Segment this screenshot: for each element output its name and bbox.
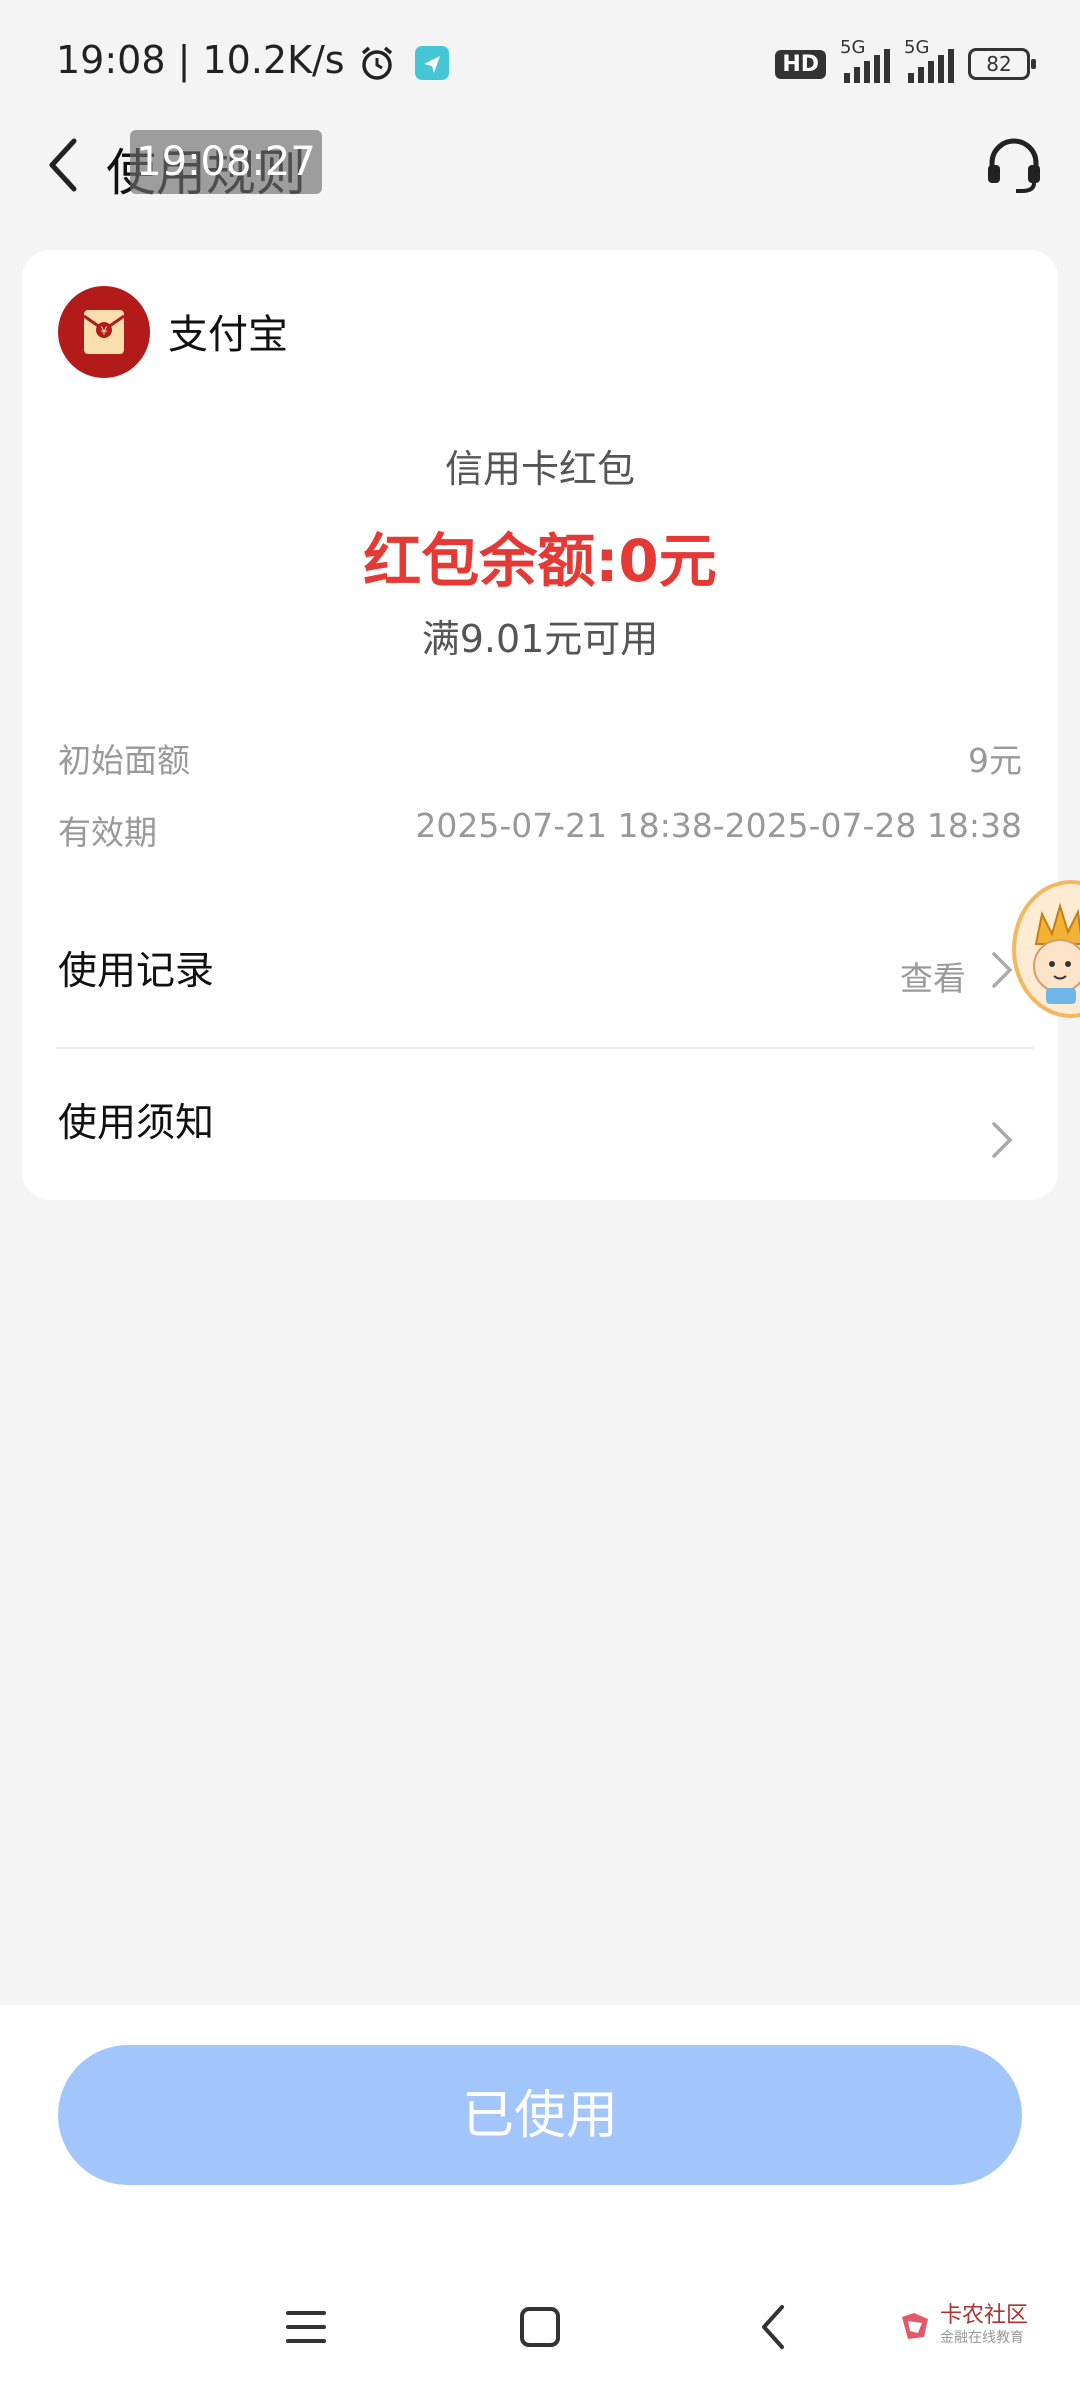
back-icon [762,2305,784,2349]
sim2-label: 5G [904,37,930,58]
watermark-subtitle: 金融在线教育 [939,2330,1024,2346]
detail-value: 2025-07-21 18:38-2025-07-28 18:38 [415,806,1022,845]
nav-back-button[interactable] [744,2297,804,2357]
time-overlay: 19:08:27 [130,130,322,194]
status-bar: 19:08 | 10.2K/s HD 5G 5G 82 [0,0,1080,120]
view-link[interactable]: 查看 [900,952,966,1000]
used-button[interactable]: 已使用 [58,2045,1022,2185]
usage-notes-label: 使用须知 [58,1101,215,1146]
home-icon [520,2307,560,2347]
customer-service-button[interactable] [974,125,1054,205]
system-nav-bar: 卡农社区 金融在线教育 [0,2275,1080,2375]
coupon-balance: 红包余额:0元 [363,527,717,595]
detail-value: 9元 [968,741,1022,780]
usage-record-label: 使用记录 [58,949,215,994]
usage-notes-row[interactable]: 使用须知 [58,1068,1022,1168]
status-indicators: HD 5G 5G 82 [775,37,1036,86]
page-header: 使用规则 19:08:27 [0,115,1080,215]
coupon-card: ¥ 支付宝 信用卡红包 红包余额:0元 满9.01元可用 初始面额 9元 有效期… [22,250,1058,1200]
brand-logo: ¥ [58,286,150,378]
menu-icon [286,2311,326,2343]
signal-sim1-icon: 5G [840,37,890,83]
status-time: 19:08 | 10.2K/s [56,38,449,83]
back-button[interactable] [28,129,100,201]
coupon-type: 信用卡红包 [444,447,635,491]
watermark-logo-icon [901,2313,928,2339]
detail-label: 初始面额 [58,741,190,780]
usage-record-row[interactable]: 使用记录 查看 [58,916,1022,1016]
red-envelope-icon: ¥ [83,310,125,354]
coupon-condition: 满9.01元可用 [421,617,659,661]
divider [56,1047,1034,1049]
sim1-label: 5G [840,37,866,58]
battery-icon: 82 [968,48,1036,80]
detail-label: 有效期 [58,813,157,852]
bottom-action-area: 已使用 卡农社区 金融在线教育 [0,2005,1080,2400]
brand-name: 支付宝 [168,312,288,358]
svg-text:¥: ¥ [101,325,108,338]
back-arrow-icon [49,138,77,192]
status-time-text: 19:08 | 10.2K/s [56,38,345,82]
alarm-icon [361,46,392,80]
chevron-right-icon [992,1122,1013,1158]
nav-home-button[interactable] [510,2297,570,2357]
watermark-title: 卡农社区 [939,2303,1028,2328]
location-icon [414,45,449,80]
watermark: 卡农社区 金融在线教育 [898,2305,1028,2347]
nav-menu-button[interactable] [276,2297,336,2357]
watermark-text: 卡农社区 金融在线教育 [940,2305,1028,2347]
headset-icon [988,138,1040,193]
signal-sim2-icon: 5G [904,37,954,83]
hd-badge: HD [775,49,826,79]
